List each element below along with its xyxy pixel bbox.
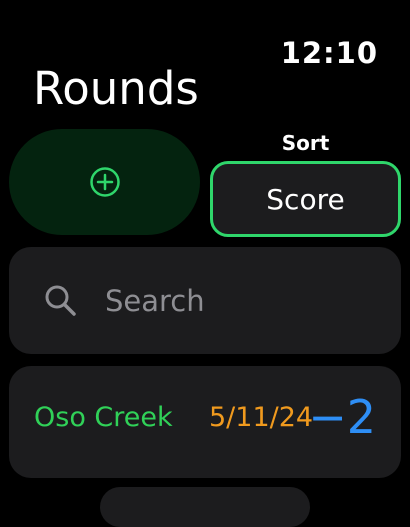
round-list-item[interactable]: Oso Creek 5/11/24 −2	[9, 366, 401, 478]
page-title: Rounds	[33, 62, 199, 115]
search-field[interactable]: Search	[9, 247, 401, 354]
round-course-name: Oso Creek	[34, 402, 173, 433]
magnifying-glass-icon	[41, 281, 81, 321]
next-list-item-peek[interactable]	[100, 487, 310, 527]
sort-button[interactable]: Score	[210, 161, 401, 237]
sort-label: Sort	[281, 131, 330, 155]
add-round-button[interactable]	[9, 129, 200, 235]
round-score: −2	[308, 390, 376, 444]
search-placeholder: Search	[105, 283, 205, 318]
round-date: 5/11/24	[209, 402, 314, 433]
status-time: 12:10	[280, 36, 378, 70]
plus-circle-icon	[89, 166, 121, 198]
sort-value: Score	[266, 182, 345, 216]
